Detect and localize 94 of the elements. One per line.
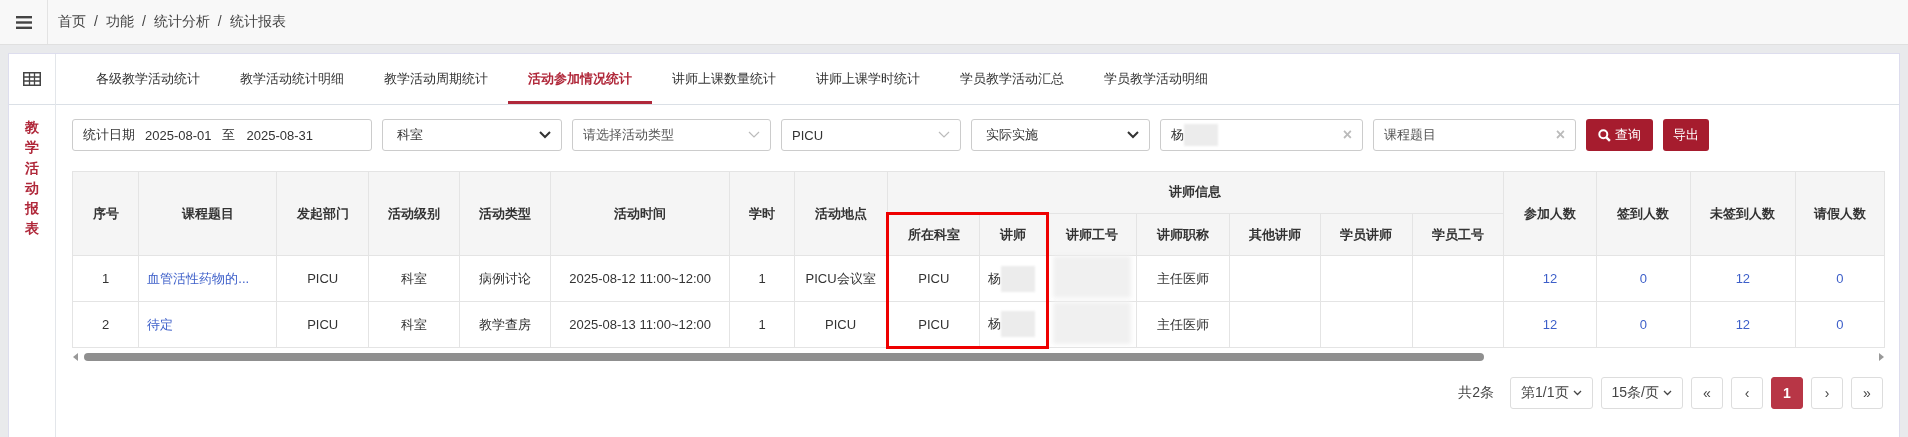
tab[interactable]: 讲师上课学时统计 (796, 54, 940, 104)
breadcrumb-separator: / (94, 13, 98, 31)
column-header: 请假人数 (1813, 205, 1866, 221)
activity-type-select[interactable]: 请选择活动类型 (572, 119, 771, 151)
table-cell: PICU (824, 317, 857, 332)
breadcrumb-item[interactable]: 功能 (105, 13, 134, 31)
column-header: 参加人数 (1523, 205, 1576, 221)
sidebar-title: 教学活动报表 (25, 118, 39, 239)
table-icon[interactable] (23, 72, 41, 86)
table-cell: 主任医师 (1156, 316, 1209, 332)
course-field[interactable]: 课程题目 × (1373, 119, 1576, 151)
total-count: 共2条 (1458, 384, 1495, 402)
first-page-button[interactable]: « (1691, 377, 1723, 409)
next-page-button[interactable]: › (1811, 377, 1843, 409)
column-header: 讲师职称 (1156, 226, 1209, 242)
scrollbar-thumb[interactable] (84, 353, 1484, 361)
table-cell: 2 (102, 317, 110, 332)
column-header: 未签到人数 (1710, 205, 1776, 221)
tab[interactable]: 活动参加情况统计 (508, 54, 652, 104)
tab[interactable]: 学员教学活动汇总 (940, 54, 1084, 104)
column-header: 学时 (749, 205, 776, 221)
page-select[interactable]: 第1/1页 (1510, 377, 1593, 409)
tab[interactable]: 教学活动周期统计 (364, 54, 508, 104)
chevron-icon (1127, 131, 1139, 139)
column-header: 签到人数 (1617, 205, 1670, 221)
tab[interactable]: 各级教学活动统计 (76, 54, 220, 104)
count-link[interactable]: 12 (1735, 271, 1751, 286)
table-cell: 2025-08-12 11:00~12:00 (569, 271, 712, 286)
table-cell: 科室 (401, 270, 428, 286)
unit-select[interactable]: PICU (781, 119, 961, 151)
column-header: 活动时间 (614, 205, 667, 221)
tab[interactable]: 教学活动统计明细 (220, 54, 364, 104)
count-link[interactable]: 12 (1735, 317, 1751, 332)
chevron-icon (1663, 390, 1672, 396)
table-cell: 1 (758, 317, 766, 332)
count-link[interactable]: 12 (1542, 271, 1558, 286)
column-header: 活动级别 (388, 205, 441, 221)
previous-page-button[interactable]: ‹ (1731, 377, 1763, 409)
column-header: 学员工号 (1431, 226, 1484, 242)
table-cell: 教学查房 (479, 316, 532, 332)
table-cell: 科室 (401, 316, 428, 332)
table-cell: 主任医师 (1156, 270, 1209, 286)
search-button[interactable]: 查询 (1586, 119, 1653, 151)
chevron-icon (938, 131, 950, 139)
table-cell: 杨 (987, 315, 1001, 333)
breadcrumb-item[interactable]: 统计分析 (153, 13, 210, 31)
date-range-field[interactable]: 统计日期 2025-08-01 至 2025-08-31 (72, 119, 372, 151)
table-cell: PICU (918, 271, 950, 286)
count-link[interactable]: 0 (1836, 271, 1844, 286)
column-header: 讲师 (999, 227, 1026, 242)
table-cell: PICU (307, 271, 339, 286)
table-cell: 病例讨论 (479, 270, 532, 286)
column-header: 其他讲师 (1248, 226, 1301, 242)
column-header: 讲师信息 (1169, 184, 1222, 199)
status-select[interactable]: 实际实施 (971, 119, 1150, 151)
column-header: 学员讲师 (1340, 226, 1393, 242)
chevron-icon (748, 131, 760, 139)
course-link[interactable]: 待定 (147, 316, 174, 332)
table-cell: PICU (918, 316, 950, 332)
count-link[interactable]: 0 (1836, 317, 1844, 332)
page-button[interactable]: 1 (1771, 377, 1803, 409)
menu-icon[interactable] (15, 15, 32, 29)
column-header: 发起部门 (296, 205, 349, 221)
table-cell: 1 (758, 271, 766, 286)
search-icon (1598, 128, 1611, 142)
tab[interactable]: 学员教学活动明细 (1084, 54, 1228, 104)
breadcrumb-item: 统计报表 (229, 13, 286, 31)
breadcrumb-item[interactable]: 首页 (58, 13, 86, 31)
table-cell: PICU会议室 (805, 270, 876, 286)
page-size-select[interactable]: 15条/页 (1600, 377, 1683, 409)
column-header: 讲师工号 (1066, 226, 1119, 242)
count-link[interactable]: 0 (1639, 317, 1648, 332)
scroll-left-icon[interactable] (72, 352, 80, 362)
column-header: 活动地点 (814, 205, 867, 221)
tab[interactable]: 讲师上课数量统计 (652, 54, 796, 104)
breadcrumb-separator: / (217, 13, 222, 31)
count-link[interactable]: 12 (1542, 317, 1558, 332)
scroll-right-icon[interactable] (1877, 352, 1885, 362)
department-select[interactable]: 科室 (382, 119, 562, 151)
column-header: 序号 (92, 205, 119, 221)
table-cell: 2025-08-13 11:00~12:00 (569, 317, 712, 332)
breadcrumb-separator: / (141, 13, 146, 31)
column-header: 所在科室 (907, 227, 960, 242)
export-button[interactable]: 导出 (1663, 119, 1709, 151)
table-cell: 杨 (987, 269, 1001, 288)
chevron-icon (1572, 390, 1582, 396)
count-link[interactable]: 0 (1639, 271, 1648, 286)
last-page-button[interactable]: » (1851, 377, 1883, 409)
chevron-icon (539, 131, 551, 139)
table-cell: 1 (102, 271, 110, 286)
column-header: 活动类型 (479, 205, 532, 221)
lecturer-field[interactable]: 杨 × (1160, 119, 1363, 151)
table-cell: PICU (307, 317, 339, 332)
column-header: 课程题目 (181, 205, 234, 221)
